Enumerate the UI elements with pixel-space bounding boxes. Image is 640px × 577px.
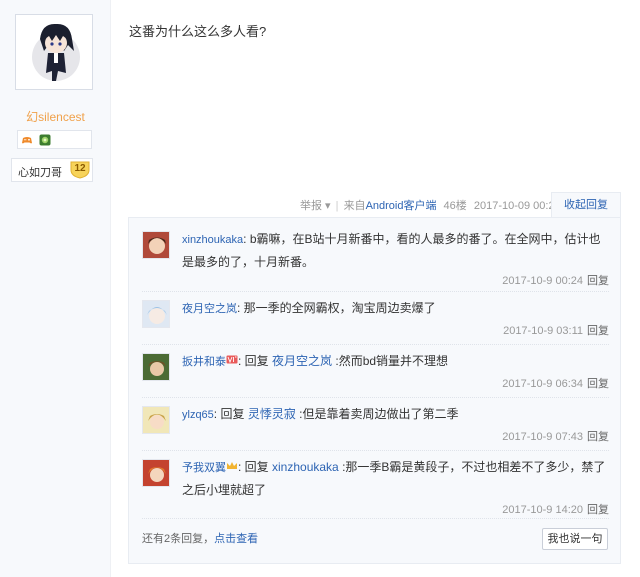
reply-item: 予我双翼: 回复 xinzhoukaka :那一季B霸是黄段子，不过也相差不了多…	[142, 451, 609, 519]
reply-target-user[interactable]: xinzhoukaka	[272, 460, 339, 474]
reply-target-user[interactable]: 夜月空之岚	[272, 354, 332, 368]
level-name: 心如刀哥	[18, 167, 62, 179]
reply-item: ylzq65: 回复 灵悸灵寂 :但是靠着卖周边做出了第二季 2017-10-9…	[142, 398, 609, 451]
reply-item: 夜月空之岚: 那一季的全网霸权，淘宝周边卖爆了 2017-10-9 03:11 回…	[142, 292, 609, 345]
reply-time: 2017-10-9 03:11	[503, 325, 583, 337]
reply-word: 回复	[220, 407, 248, 421]
post-time: 2017-10-09 00:22	[473, 200, 561, 212]
reply-body: ylzq65: 回复 灵悸灵寂 :但是靠着卖周边做出了第二季	[182, 403, 609, 426]
user-avatar[interactable]	[15, 14, 93, 90]
reply-username[interactable]: 夜月空之岚	[182, 303, 237, 315]
reply-button[interactable]: 回复	[587, 275, 609, 287]
crown-icon	[227, 462, 237, 469]
level-badge: 12	[70, 161, 90, 179]
reply-item: 扳井和泰: 回复 夜月空之岚 :然而bd销量并不理想 2017-10-9 06:…	[142, 345, 609, 398]
user-badges	[17, 130, 92, 149]
reply-time: 2017-10-9 00:24	[502, 275, 583, 287]
reply-meta: 2017-10-9 00:24 回复	[502, 272, 609, 288]
reply-text: 那一季的全网霸权，淘宝周边卖爆了	[243, 301, 436, 315]
reply-colon: :	[243, 232, 250, 246]
floor-number: 46楼	[443, 200, 467, 212]
reply-avatar[interactable]	[142, 231, 170, 259]
reply-body: 扳井和泰: 回复 夜月空之岚 :然而bd销量并不理想	[182, 350, 609, 373]
member-level[interactable]: 心如刀哥 12	[11, 158, 93, 182]
reply-avatar[interactable]	[142, 300, 170, 328]
reply-target-user[interactable]: 灵悸灵寂	[248, 407, 296, 421]
reply-colon: :	[238, 354, 245, 368]
reply-avatar[interactable]	[142, 353, 170, 381]
reply-word: 回复	[244, 354, 273, 368]
tail-separator: |	[335, 200, 339, 212]
reply-button[interactable]: 回复	[587, 431, 609, 443]
reply-body: xinzhoukaka: b霸嘛，在B站十月新番中，看的人最多的番了。在全网中，…	[182, 228, 609, 273]
reply-meta: 2017-10-9 14:20 回复	[502, 501, 609, 517]
more-replies-text: 还有2条回复，	[142, 533, 215, 545]
green-badge-icon[interactable]	[39, 134, 51, 146]
user-sidebar: 幻silencest 心如刀哥 12	[0, 0, 111, 577]
reply-time: 2017-10-9 14:20	[502, 504, 583, 516]
reply-body: 予我双翼: 回复 xinzhoukaka :那一季B霸是黄段子，不过也相差不了多…	[182, 456, 609, 501]
more-replies: 还有2条回复，点击查看	[142, 530, 258, 546]
source-client-link[interactable]: Android客户端	[366, 200, 437, 212]
reply-colon: :	[237, 301, 244, 315]
reply-colon: :	[238, 460, 245, 474]
post-source: 来自Android客户端	[343, 200, 437, 212]
reply-text: :然而bd销量并不理想	[332, 354, 449, 368]
reply-time: 2017-10-9 06:34	[502, 378, 583, 390]
report-link[interactable]: 举报 ▾	[300, 200, 331, 212]
username[interactable]: 幻silencest	[0, 108, 111, 125]
reply-username[interactable]: ylzq65	[182, 409, 214, 421]
level-number: 12	[74, 163, 86, 174]
reply-body: 夜月空之岚: 那一季的全网霸权，淘宝周边卖爆了	[182, 297, 609, 320]
reply-meta: 2017-10-9 06:34 回复	[502, 375, 609, 391]
post-content: 这番为什么这么多人看?	[129, 24, 267, 39]
reply-button[interactable]: 回复	[587, 378, 609, 390]
reply-item: xinzhoukaka: b霸嘛，在B站十月新番中，看的人最多的番了。在全网中，…	[142, 228, 609, 292]
add-comment-button[interactable]: 我也说一句	[542, 528, 608, 550]
reply-meta: 2017-10-9 07:43 回复	[502, 428, 609, 444]
reply-username[interactable]: 扳井和泰	[182, 355, 238, 368]
post-tail: 举报 ▾ | 来自Android客户端 46楼 2017-10-09 00:22	[300, 197, 561, 212]
reply-text: :但是靠着卖周边做出了第二季	[295, 407, 459, 421]
game-controller-icon[interactable]	[21, 134, 33, 146]
reply-button[interactable]: 回复	[587, 325, 609, 337]
reply-meta: 2017-10-9 03:11 回复	[503, 322, 609, 338]
reply-username[interactable]: 予我双翼	[182, 462, 238, 474]
reply-avatar[interactable]	[142, 459, 170, 487]
view-more-link[interactable]: 点击查看	[214, 533, 258, 545]
reply-time: 2017-10-9 07:43	[502, 431, 583, 443]
avatar-illustration	[32, 23, 80, 81]
reply-button[interactable]: 回复	[587, 504, 609, 516]
vip-icon	[226, 355, 238, 364]
reply-list: xinzhoukaka: b霸嘛，在B站十月新番中，看的人最多的番了。在全网中，…	[128, 217, 621, 564]
reply-word: 回复	[244, 460, 273, 474]
collapse-replies-button[interactable]: 收起回复	[551, 192, 621, 218]
reply-username[interactable]: xinzhoukaka	[182, 234, 243, 246]
reply-avatar[interactable]	[142, 406, 170, 434]
